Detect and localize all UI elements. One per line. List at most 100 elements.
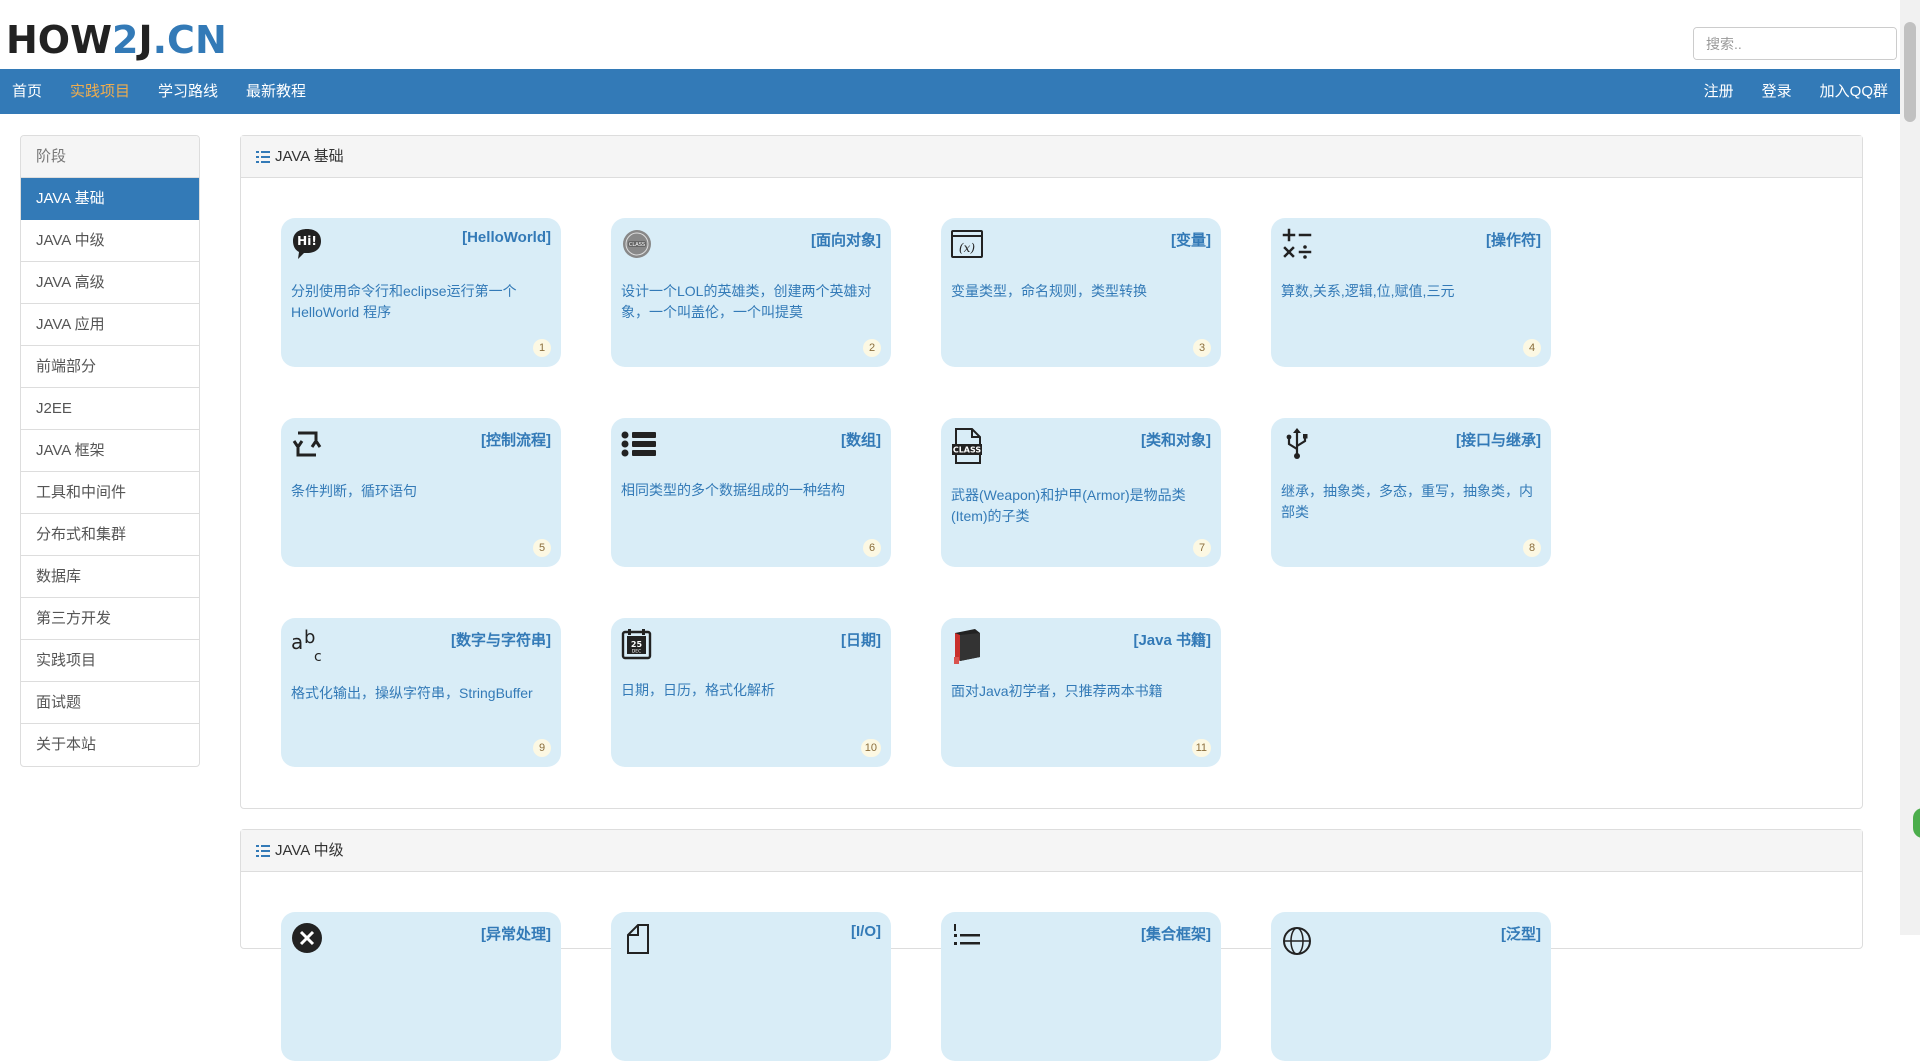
section-java-basics: JAVA 基础 Hi! [HelloWorld] 分别使用命令行和eclipse… xyxy=(240,135,1863,809)
svg-text:CLASS: CLASS xyxy=(953,446,982,455)
nav-learning-path[interactable]: 学习路线 xyxy=(144,69,232,114)
course-card-control-flow[interactable]: [控制流程] 条件判断，循环语句 5 xyxy=(281,418,561,567)
sidebar-item-frontend[interactable]: 前端部分 xyxy=(21,346,199,388)
scrollbar-thumb[interactable] xyxy=(1904,22,1916,122)
logo-text-2: 2 xyxy=(112,18,139,62)
nav-join-qq-group[interactable]: 加入QQ群 xyxy=(1806,69,1900,114)
card-title: [I/O] xyxy=(851,923,881,940)
course-card-interface-inheritance[interactable]: [接口与继承] 继承，抽象类，多态，重写，抽象类，内部类 8 xyxy=(1271,418,1551,567)
loop-arrows-icon xyxy=(290,427,324,461)
sidebar-item-java-advanced[interactable]: JAVA 高级 xyxy=(21,262,199,304)
variable-x-icon: (x) xyxy=(950,227,984,261)
sidebar-item-practice-projects[interactable]: 实践项目 xyxy=(21,640,199,682)
collection-icon xyxy=(950,921,984,955)
nav-practice-projects[interactable]: 实践项目 xyxy=(56,69,144,114)
card-number-badge: 11 xyxy=(1191,739,1211,757)
card-number-badge: 10 xyxy=(860,739,881,757)
sidebar-item-interview[interactable]: 面试题 xyxy=(21,682,199,724)
course-card-oop[interactable]: CLASS [面向对象] 设计一个LOL的英雄类，创建两个英雄对象，一个叫盖伦，… xyxy=(611,218,891,367)
card-title: [数组] xyxy=(841,432,881,449)
card-description: 设计一个LOL的英雄类，创建两个英雄对象，一个叫盖伦，一个叫提莫 xyxy=(621,283,872,320)
svg-text:c: c xyxy=(314,649,322,665)
nav-left-group: 首页 实践项目 学习路线 最新教程 xyxy=(0,69,320,114)
card-number-badge: 9 xyxy=(533,739,551,757)
search-input[interactable] xyxy=(1694,28,1896,59)
calendar-icon: 25 DEC xyxy=(620,627,654,661)
card-title: [类和对象] xyxy=(1141,432,1211,449)
card-title: [数字与字符串] xyxy=(451,632,551,649)
usb-icon xyxy=(1280,427,1314,461)
card-number-badge: 7 xyxy=(1193,539,1211,557)
card-description: 武器(Weapon)和护甲(Armor)是物品类(Item)的子类 xyxy=(951,487,1186,524)
course-card-class-object[interactable]: CLASS [类和对象] 武器(Weapon)和护甲(Armor)是物品类(It… xyxy=(941,418,1221,567)
section-heading: JAVA 中级 xyxy=(241,830,1862,872)
svg-text:Hi!: Hi! xyxy=(297,234,317,248)
sidebar-item-database[interactable]: 数据库 xyxy=(21,556,199,598)
page-scrollbar[interactable] xyxy=(1900,0,1920,935)
nav-latest-tutorials[interactable]: 最新教程 xyxy=(232,69,320,114)
nav-register[interactable]: 注册 xyxy=(1690,69,1748,114)
sidebar-item-tools-middleware[interactable]: 工具和中间件 xyxy=(21,472,199,514)
svg-text:25: 25 xyxy=(631,640,643,649)
hi-speech-icon: Hi! xyxy=(290,227,324,261)
course-card-date[interactable]: 25 DEC [日期] 日期，日历，格式化解析 10 xyxy=(611,618,891,767)
course-card-helloworld[interactable]: Hi! [HelloWorld] 分别使用命令行和eclipse运行第一个Hel… xyxy=(281,218,561,367)
card-number-badge: 4 xyxy=(1523,339,1541,357)
course-card-exceptions[interactable]: [异常处理] xyxy=(281,912,561,1061)
card-title: [变量] xyxy=(1171,232,1211,249)
section-title: JAVA 基础 xyxy=(275,147,344,165)
course-card-generics[interactable]: [泛型] xyxy=(1271,912,1551,1061)
sidebar-item-j2ee[interactable]: J2EE xyxy=(21,388,199,430)
card-title: [日期] xyxy=(841,632,881,649)
abc-icon: a b c xyxy=(290,627,324,665)
sidebar-item-third-party[interactable]: 第三方开发 xyxy=(21,598,199,640)
section-title: JAVA 中级 xyxy=(275,841,344,859)
card-number-badge: 2 xyxy=(863,339,881,357)
course-card-operators[interactable]: [操作符] 算数,关系,逻辑,位,赋值,三元 4 xyxy=(1271,218,1551,367)
sidebar-heading: 阶段 xyxy=(21,136,199,178)
class-file-icon: CLASS xyxy=(950,427,984,464)
course-card-numbers-strings[interactable]: a b c [数字与字符串] 格式化输出，操纵字符串，StringBuffer … xyxy=(281,618,561,767)
section-heading: JAVA 基础 xyxy=(241,136,1862,178)
nav-home[interactable]: 首页 xyxy=(0,69,56,114)
card-title: [集合框架] xyxy=(1141,926,1211,943)
nav-login[interactable]: 登录 xyxy=(1748,69,1806,114)
svg-text:b: b xyxy=(304,627,315,648)
course-card-io[interactable]: [I/O] xyxy=(611,912,891,1061)
book-icon xyxy=(950,627,984,664)
card-description: 格式化输出，操纵字符串，StringBuffer xyxy=(291,685,533,701)
course-card-arrays[interactable]: [数组] 相同类型的多个数据组成的一种结构 6 xyxy=(611,418,891,567)
card-title: [泛型] xyxy=(1501,926,1541,943)
card-description: 算数,关系,逻辑,位,赋值,三元 xyxy=(1281,283,1455,299)
search-form xyxy=(1693,27,1897,60)
course-card-java-books[interactable]: [Java 书籍] 面对Java初学者，只推荐两本书籍 11 xyxy=(941,618,1221,767)
floating-chat-widget[interactable] xyxy=(1913,808,1920,838)
card-description: 面对Java初学者，只推荐两本书籍 xyxy=(951,683,1163,699)
course-card-collections[interactable]: [集合框架] xyxy=(941,912,1221,1061)
card-description: 日期，日历，格式化解析 xyxy=(621,682,775,698)
card-number-badge: 5 xyxy=(533,539,551,557)
sidebar-item-about[interactable]: 关于本站 xyxy=(21,724,199,766)
card-description: 相同类型的多个数据组成的一种结构 xyxy=(621,482,845,498)
card-description: 变量类型，命名规则，类型转换 xyxy=(951,283,1147,299)
card-title: [控制流程] xyxy=(481,432,551,449)
sidebar-item-java-application[interactable]: JAVA 应用 xyxy=(21,304,199,346)
card-title: [面向对象] xyxy=(811,232,881,249)
sidebar-item-distributed-cluster[interactable]: 分布式和集群 xyxy=(21,514,199,556)
logo-text-domain: .CN xyxy=(152,18,227,62)
site-logo[interactable]: HOW2J.CN xyxy=(6,18,227,62)
card-number-badge: 3 xyxy=(1193,339,1211,357)
globe-icon xyxy=(1280,921,1314,955)
card-number-badge: 1 xyxy=(533,339,551,357)
object-badge-icon: CLASS xyxy=(620,227,654,261)
sidebar-item-java-frameworks[interactable]: JAVA 框架 xyxy=(21,430,199,472)
stage-sidebar: 阶段 JAVA 基础 JAVA 中级 JAVA 高级 JAVA 应用 前端部分 … xyxy=(20,135,200,767)
file-icon xyxy=(620,921,654,955)
card-description: 条件判断，循环语句 xyxy=(291,483,417,499)
nav-right-group: 注册 登录 加入QQ群 xyxy=(1690,69,1900,114)
sidebar-item-java-basics[interactable]: JAVA 基础 xyxy=(21,178,199,220)
course-card-variables[interactable]: (x) [变量] 变量类型，命名规则，类型转换 3 xyxy=(941,218,1221,367)
card-title: [HelloWorld] xyxy=(462,229,551,246)
sidebar-item-java-intermediate[interactable]: JAVA 中级 xyxy=(21,220,199,262)
section-java-intermediate: JAVA 中级 [异常处理] [I/O] [集合框架] [泛型] xyxy=(240,829,1863,1061)
